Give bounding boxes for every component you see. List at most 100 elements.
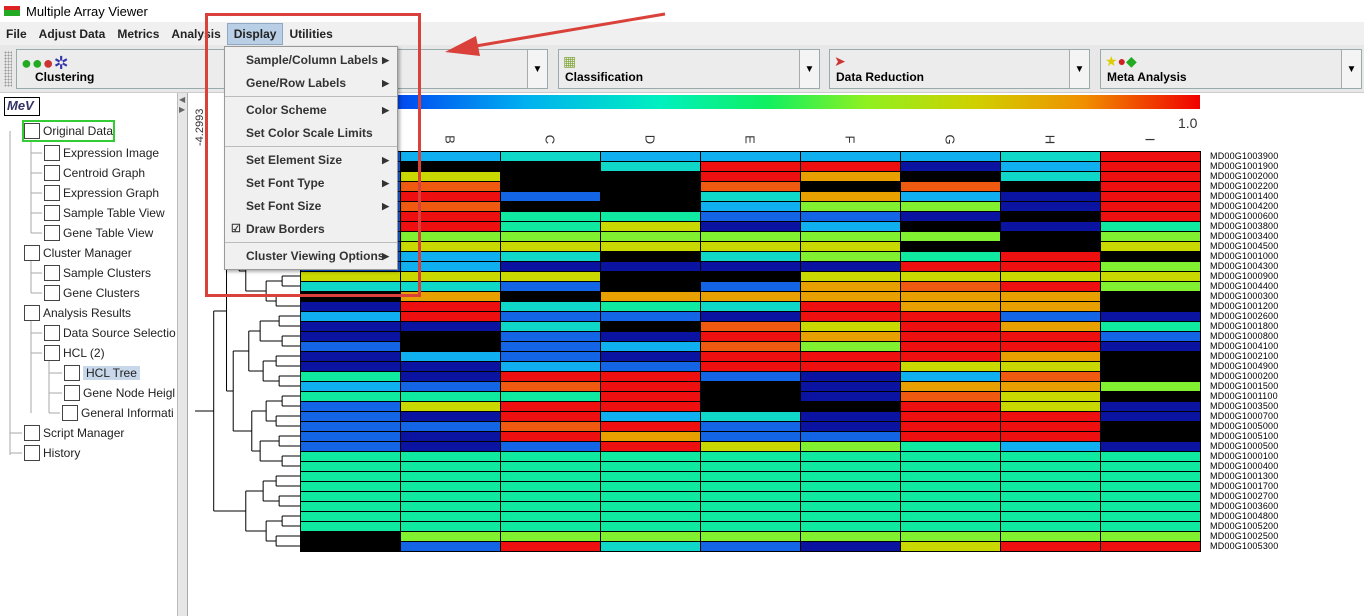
heatmap-cell[interactable] bbox=[1000, 541, 1101, 552]
tree-item-label: General Informati bbox=[81, 406, 174, 420]
submenu-arrow-icon: ▶ bbox=[382, 172, 389, 194]
gene-label: MD00G1000400 bbox=[1210, 461, 1278, 471]
collapse-left-icon[interactable]: ◀ bbox=[179, 95, 185, 104]
menu-item-label: Set Font Size bbox=[246, 199, 321, 213]
heatmap-cell[interactable] bbox=[600, 541, 701, 552]
tree-item-label: Expression Image bbox=[63, 146, 159, 160]
gene-label: MD00G1004100 bbox=[1210, 341, 1278, 351]
tree-item[interactable]: Centroid Graph bbox=[44, 164, 145, 182]
menu-item[interactable]: Gene/Row Labels ▶ bbox=[225, 72, 397, 94]
tree-item[interactable]: Original Data bbox=[24, 122, 113, 140]
module-label: Classification bbox=[565, 70, 643, 84]
color-scale-max-label: 1.0 bbox=[1178, 115, 1197, 131]
menu-item-label: Gene/Row Labels bbox=[246, 76, 346, 90]
panel-splitter[interactable]: ◀ ▶ bbox=[178, 93, 188, 616]
menu-metrics[interactable]: Metrics bbox=[111, 24, 165, 44]
table-icon bbox=[44, 205, 60, 221]
gene-label: MD00G1001400 bbox=[1210, 191, 1278, 201]
tree-item-label: Sample Table View bbox=[63, 206, 165, 220]
classification-icon: ▦ bbox=[563, 53, 576, 70]
tree-item[interactable]: Expression Graph bbox=[44, 184, 159, 202]
tree-item-label: HCL Tree bbox=[83, 366, 140, 380]
chevron-down-icon[interactable]: ▼ bbox=[1341, 50, 1361, 88]
tree-item[interactable]: Gene Node Heigl bbox=[64, 384, 175, 402]
cluster-manager-icon bbox=[24, 245, 40, 261]
tree-item-label: Cluster Manager bbox=[43, 246, 132, 260]
chevron-down-icon[interactable]: ▼ bbox=[527, 50, 547, 88]
tree-item[interactable]: Gene Table View bbox=[44, 224, 153, 242]
chevron-down-icon[interactable]: ▼ bbox=[1069, 50, 1089, 88]
toolbar-grip[interactable] bbox=[4, 51, 12, 87]
gene-label: MD00G1002500 bbox=[1210, 531, 1278, 541]
tree-item[interactable]: Analysis Results bbox=[24, 304, 131, 322]
menu-item[interactable]: ☑ Draw Borders bbox=[225, 218, 397, 240]
data-source-icon bbox=[44, 325, 60, 341]
heatmap-cell[interactable] bbox=[800, 541, 901, 552]
meta-analysis-module[interactable]: ★●◆ Meta Analysis ▼ bbox=[1100, 49, 1362, 89]
heatmap-cell[interactable] bbox=[1100, 541, 1201, 552]
history-icon bbox=[24, 445, 40, 461]
heatmap-cell[interactable] bbox=[700, 541, 801, 552]
heatmap-cell[interactable] bbox=[300, 541, 401, 552]
heatmap-cell[interactable] bbox=[500, 541, 601, 552]
data-reduction-module[interactable]: ➤ Data Reduction ▼ bbox=[829, 49, 1090, 89]
expand-right-icon[interactable]: ▶ bbox=[179, 105, 185, 114]
gene-label: MD00G1004800 bbox=[1210, 511, 1278, 521]
chevron-down-icon[interactable]: ▼ bbox=[799, 50, 819, 88]
gene-label: MD00G1004500 bbox=[1210, 241, 1278, 251]
info-icon bbox=[62, 405, 78, 421]
gene-label: MD00G1000100 bbox=[1210, 451, 1278, 461]
tree-item-label: HCL (2) bbox=[63, 346, 105, 360]
tree-item[interactable]: Sample Table View bbox=[44, 204, 165, 222]
menu-item[interactable]: Set Element Size ▶ bbox=[225, 149, 397, 171]
menu-item[interactable]: Color Scheme ▶ bbox=[225, 99, 397, 121]
gene-label: MD00G1001200 bbox=[1210, 301, 1278, 311]
heatmap-cell[interactable] bbox=[400, 541, 501, 552]
checkbox-checked-icon[interactable]: ☑ bbox=[231, 218, 241, 240]
gene-label: MD00G1002000 bbox=[1210, 171, 1278, 181]
tree-item[interactable]: Script Manager bbox=[24, 424, 124, 442]
tree-item[interactable]: Expression Image bbox=[44, 144, 159, 162]
menu-item[interactable]: Cluster Viewing Options ▶ bbox=[225, 245, 397, 267]
gene-label: MD00G1000600 bbox=[1210, 211, 1278, 221]
tree-item[interactable]: General Informati bbox=[62, 404, 174, 422]
sample-label: I bbox=[1143, 130, 1158, 150]
tree-item-label: Sample Clusters bbox=[63, 266, 151, 280]
gene-label: MD00G1005000 bbox=[1210, 421, 1278, 431]
table-icon bbox=[44, 265, 60, 281]
tree-item-label: Gene Table View bbox=[63, 226, 153, 240]
menu-adjust-data[interactable]: Adjust Data bbox=[33, 24, 112, 44]
gene-label: MD00G1005200 bbox=[1210, 521, 1278, 531]
tree-item-label: Gene Clusters bbox=[63, 286, 140, 300]
gene-label: MD00G1000700 bbox=[1210, 411, 1278, 421]
menu-file[interactable]: File bbox=[0, 24, 33, 44]
sample-label: F bbox=[843, 130, 858, 150]
gene-label: MD00G1003600 bbox=[1210, 501, 1278, 511]
analysis-results-icon bbox=[24, 305, 40, 321]
tree-item[interactable]: Cluster Manager bbox=[24, 244, 132, 262]
data-reduction-icon: ➤ bbox=[834, 53, 846, 70]
menu-item[interactable]: Sample/Column Labels ▶ bbox=[225, 49, 397, 71]
menu-item[interactable]: Set Font Size ▶ bbox=[225, 195, 397, 217]
gene-label: MD00G1000800 bbox=[1210, 331, 1278, 341]
gene-label: MD00G1000300 bbox=[1210, 291, 1278, 301]
table-icon bbox=[44, 225, 60, 241]
tree-item[interactable]: History bbox=[24, 444, 80, 462]
tree-item[interactable]: Data Source Selectio bbox=[44, 324, 176, 342]
menu-item[interactable]: Set Font Type ▶ bbox=[225, 172, 397, 194]
script-manager-icon bbox=[24, 425, 40, 441]
menu-separator bbox=[225, 242, 397, 243]
tree-item[interactable]: HCL Tree bbox=[64, 364, 140, 382]
module-label: Meta Analysis bbox=[1107, 70, 1187, 84]
tree-item[interactable]: HCL (2) bbox=[44, 344, 105, 362]
sample-label: C bbox=[543, 130, 558, 150]
gene-label: MD00G1003400 bbox=[1210, 231, 1278, 241]
hcl-icon bbox=[44, 345, 60, 361]
heatmap-cell[interactable] bbox=[900, 541, 1001, 552]
centroid-graph-icon bbox=[44, 165, 60, 181]
classification-module[interactable]: ▦ Classification ▼ bbox=[558, 49, 820, 89]
menu-item[interactable]: Set Color Scale Limits bbox=[225, 122, 397, 144]
gene-label: MD00G1002700 bbox=[1210, 491, 1278, 501]
tree-item[interactable]: Gene Clusters bbox=[44, 284, 140, 302]
tree-item[interactable]: Sample Clusters bbox=[44, 264, 151, 282]
